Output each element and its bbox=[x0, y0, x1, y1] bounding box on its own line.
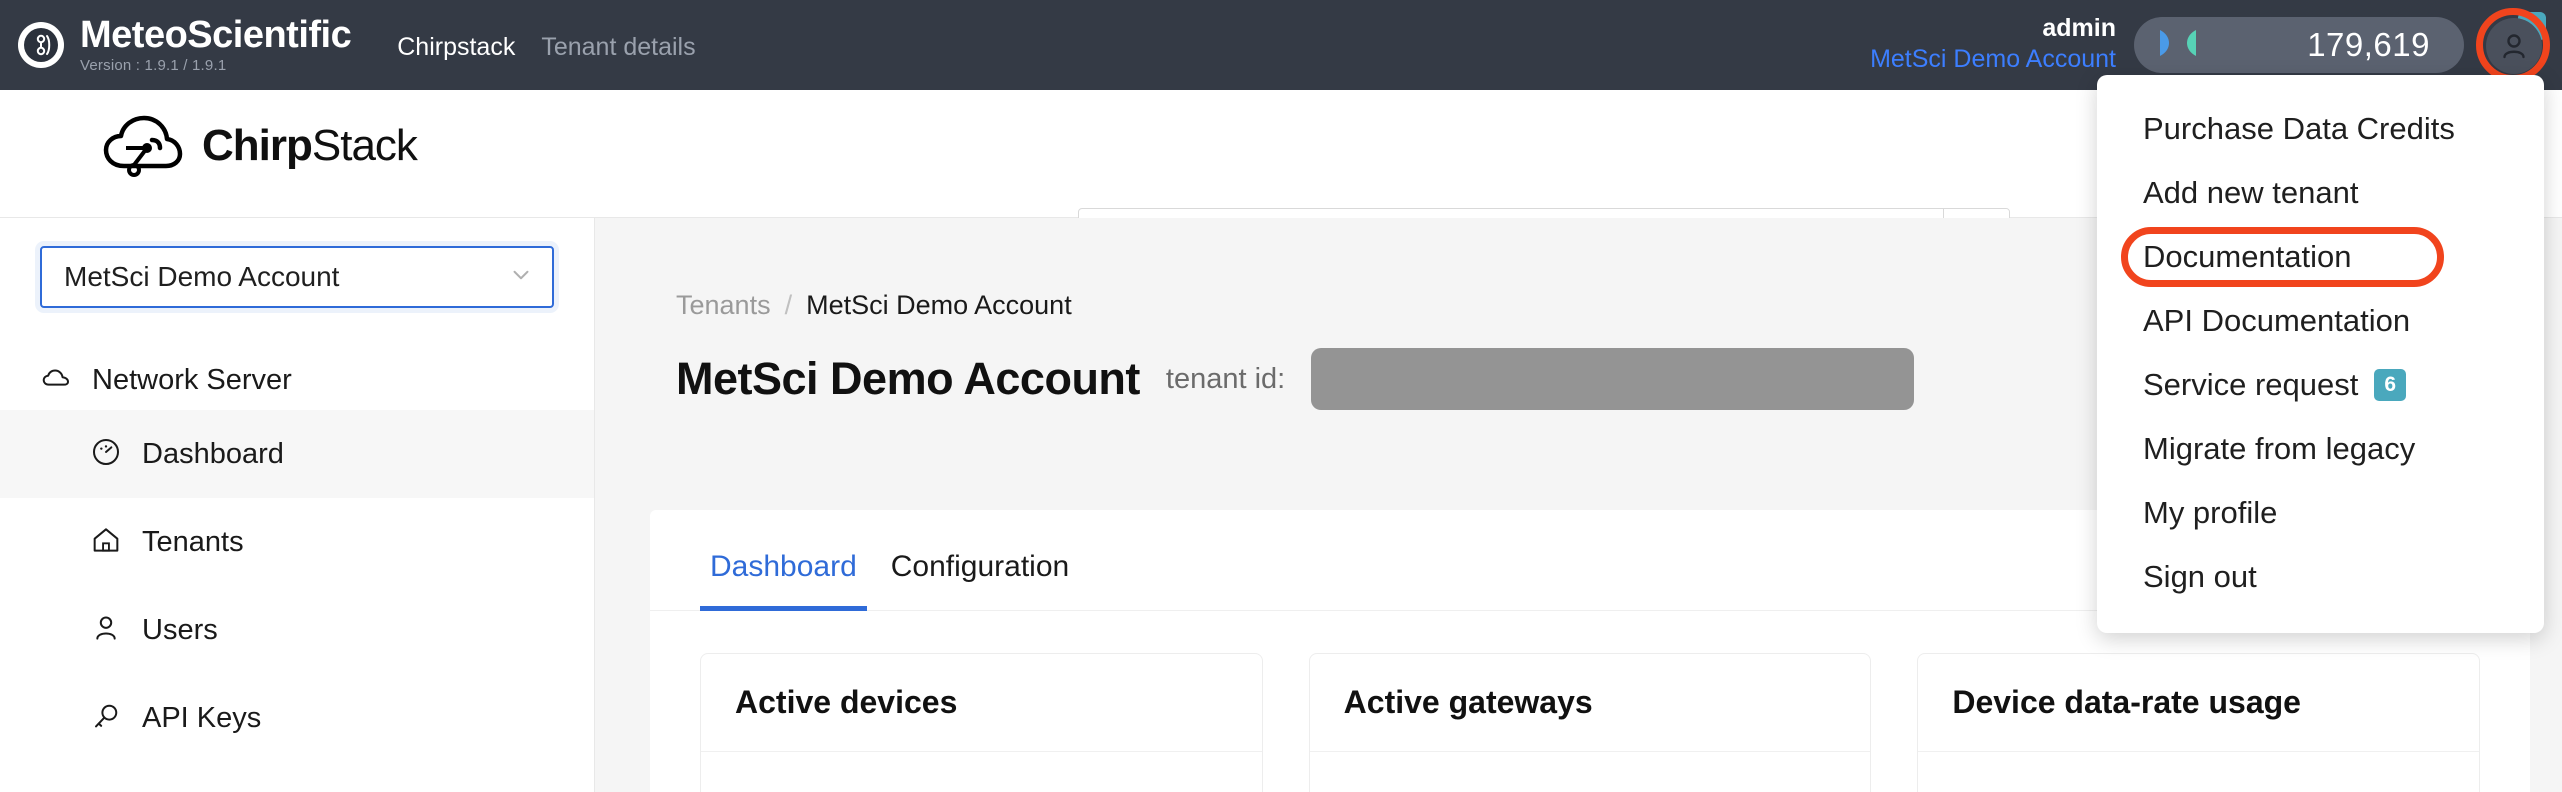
menu-item-my-profile[interactable]: My profile bbox=[2097, 481, 2544, 545]
data-credits-pill[interactable]: 179,619 bbox=[2134, 17, 2464, 73]
menu-item-sign-out[interactable]: Sign out bbox=[2097, 545, 2544, 609]
nav-link-chirpstack[interactable]: Chirpstack bbox=[397, 33, 515, 62]
card-device-data-rate-usage: Device data-rate usage bbox=[1917, 653, 2481, 792]
breadcrumb: Tenants / MetSci Demo Account bbox=[676, 290, 1072, 321]
card-body bbox=[1918, 752, 2479, 792]
menu-item-purchase-data-credits[interactable]: Purchase Data Credits bbox=[2097, 97, 2544, 161]
sidebar-group-label: Network Server bbox=[92, 363, 292, 396]
app-root: MeteoScientific Version : 1.9.1 / 1.9.1 … bbox=[0, 0, 2562, 792]
avatar[interactable] bbox=[2476, 8, 2550, 82]
chevron-down-icon bbox=[508, 262, 534, 293]
tenant-id-redacted-value bbox=[1311, 348, 1915, 410]
status-badge: 6 bbox=[2374, 369, 2407, 401]
sidebar: MetSci Demo Account Network Server Dashb… bbox=[0, 218, 595, 792]
breadcrumb-tenants[interactable]: Tenants bbox=[676, 290, 771, 321]
page-title-row: MetSci Demo Account tenant id: bbox=[676, 348, 1915, 410]
nav-link-tenant-details[interactable]: Tenant details bbox=[541, 33, 695, 62]
tenant-id-label: tenant id: bbox=[1165, 362, 1286, 395]
home-icon bbox=[90, 524, 122, 561]
brand-block[interactable]: MeteoScientific Version : 1.9.1 / 1.9.1 bbox=[0, 14, 352, 75]
menu-item-label: Sign out bbox=[2143, 559, 2257, 594]
menu-item-api-documentation[interactable]: API Documentation bbox=[2097, 289, 2544, 353]
key-icon bbox=[90, 700, 122, 737]
menu-item-label: My profile bbox=[2143, 495, 2278, 530]
menu-item-label: Add new tenant bbox=[2143, 175, 2359, 210]
sidebar-item-label: Users bbox=[142, 613, 218, 646]
menu-item-label: API Documentation bbox=[2143, 303, 2411, 338]
user-avatar-icon[interactable] bbox=[2486, 18, 2542, 74]
card-body bbox=[701, 752, 1262, 792]
menu-item-label: Service request bbox=[2143, 367, 2359, 402]
logo-text-bold: Chirp bbox=[202, 120, 313, 170]
cloud-icon bbox=[40, 362, 72, 399]
sidebar-group-network-server[interactable]: Network Server bbox=[0, 350, 594, 410]
account-text-block: admin MetSci Demo Account bbox=[1870, 14, 2116, 76]
card-body bbox=[1310, 752, 1871, 792]
chirpstack-logo-text: ChirpStack bbox=[202, 120, 418, 171]
card-header: Device data-rate usage bbox=[1918, 654, 2480, 752]
brand-version: Version : 1.9.1 / 1.9.1 bbox=[80, 57, 227, 74]
logo-text-light: Stack bbox=[311, 120, 418, 170]
person-icon bbox=[90, 612, 122, 649]
card-active-gateways: Active gateways bbox=[1308, 653, 1872, 792]
tenant-selector-value: MetSci Demo Account bbox=[64, 261, 340, 292]
account-tenant-link[interactable]: MetSci Demo Account bbox=[1870, 45, 2116, 74]
header-nav: Chirpstack Tenant details bbox=[397, 29, 695, 62]
menu-item-service-request[interactable]: Service request 6 bbox=[2097, 353, 2544, 417]
card-title: Active devices bbox=[735, 684, 958, 720]
card-title: Active gateways bbox=[1343, 684, 1593, 720]
menu-item-label: Purchase Data Credits bbox=[2143, 111, 2455, 146]
data-credits-icon bbox=[2156, 26, 2200, 65]
tenant-selector[interactable]: MetSci Demo Account bbox=[40, 246, 554, 308]
sidebar-item-label: API Keys bbox=[142, 701, 262, 734]
tab-dashboard[interactable]: Dashboard bbox=[700, 538, 867, 611]
sidebar-item-label: Dashboard bbox=[142, 437, 284, 470]
breadcrumb-separator: / bbox=[784, 290, 793, 320]
menu-item-add-new-tenant[interactable]: Add new tenant bbox=[2097, 161, 2544, 225]
card-header: Active gateways bbox=[1309, 654, 1871, 752]
sidebar-item-dashboard[interactable]: Dashboard bbox=[0, 410, 594, 498]
menu-item-label: Documentation bbox=[2143, 239, 2352, 274]
card-active-devices: Active devices bbox=[700, 653, 1263, 792]
menu-item-migrate-from-legacy[interactable]: Migrate from legacy bbox=[2097, 417, 2544, 481]
menu-item-documentation[interactable]: Documentation bbox=[2097, 225, 2544, 289]
gauge-icon bbox=[90, 436, 122, 473]
brand-title: MeteoScientific bbox=[80, 14, 352, 56]
tab-configuration[interactable]: Configuration bbox=[881, 538, 1079, 611]
page-title: MetSci Demo Account bbox=[676, 353, 1140, 404]
sidebar-item-label: Tenants bbox=[142, 525, 244, 558]
account-username: admin bbox=[2042, 14, 2116, 43]
chirpstack-cloud-icon bbox=[100, 108, 186, 183]
sidebar-item-tenants[interactable]: Tenants bbox=[0, 498, 594, 586]
card-header: Active devices bbox=[701, 654, 1262, 752]
breadcrumb-current: MetSci Demo Account bbox=[806, 290, 1072, 320]
meteoscientific-logo-icon bbox=[18, 22, 64, 68]
chirpstack-logo[interactable]: ChirpStack bbox=[100, 108, 418, 183]
card-title: Device data-rate usage bbox=[1952, 684, 2301, 720]
brand-text: MeteoScientific Version : 1.9.1 / 1.9.1 bbox=[80, 14, 352, 75]
card-grid: Active devices Active gateways Device da… bbox=[650, 611, 2530, 792]
sidebar-item-api-keys[interactable]: API Keys bbox=[0, 674, 594, 762]
account-dropdown-menu: Purchase Data Credits Add new tenant Doc… bbox=[2097, 75, 2544, 633]
menu-item-label: Migrate from legacy bbox=[2143, 431, 2416, 466]
sidebar-item-users[interactable]: Users bbox=[0, 586, 594, 674]
data-credits-value: 179,619 bbox=[2307, 26, 2430, 63]
